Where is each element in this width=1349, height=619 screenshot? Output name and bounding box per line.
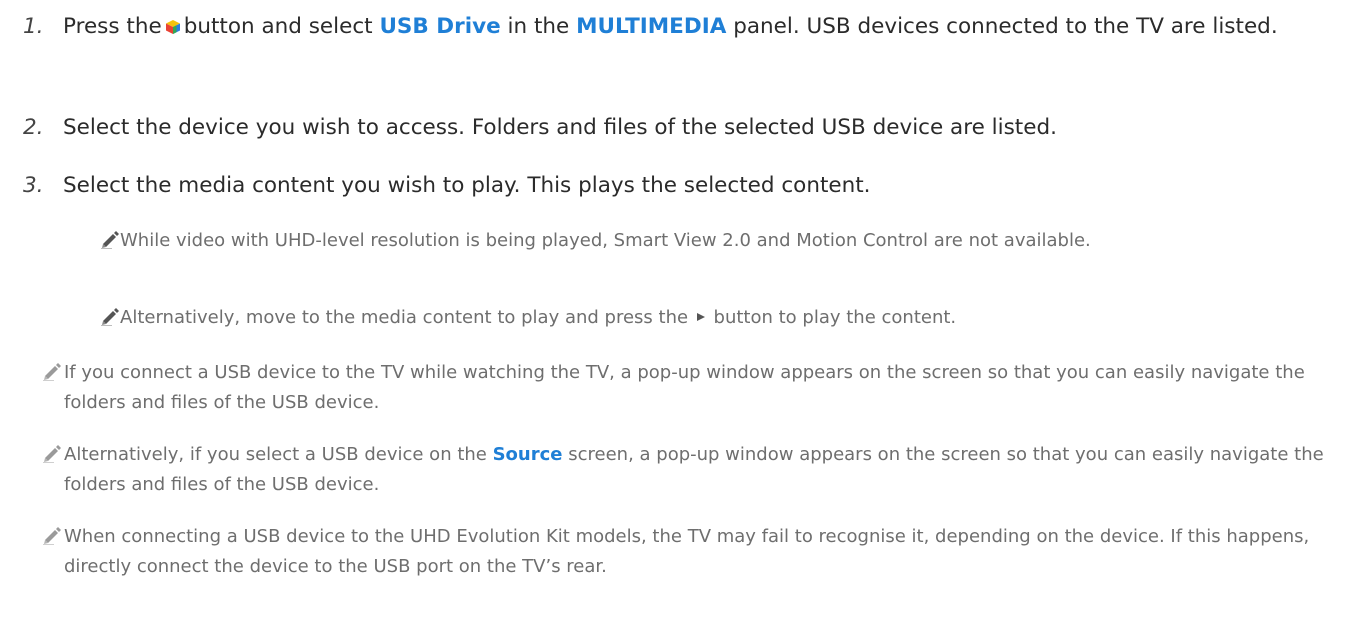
note-text: Alternatively, move to the media content…: [120, 303, 1330, 333]
note-text-part: button to play the content.: [713, 307, 957, 328]
usb-drive-link[interactable]: USB Drive: [379, 14, 500, 39]
step-text-part: Press the: [63, 14, 162, 39]
play-icon: [696, 313, 705, 321]
step-2: 2. Select the device you wish to access.…: [23, 111, 1333, 145]
note-text-part: Alternatively, move to the media content…: [120, 307, 689, 328]
note-text: If you connect a USB device to the TV wh…: [64, 362, 1305, 413]
step-text-part: in the: [507, 14, 570, 39]
step-number: 3.: [23, 173, 44, 198]
pencil-note-icon: [101, 231, 119, 249]
note-text: When connecting a USB device to the UHD …: [64, 526, 1310, 577]
pencil-note-icon: [43, 445, 61, 463]
step-text: Select the media content you wish to pla…: [63, 173, 871, 198]
step-3: 3. Select the media content you wish to …: [23, 169, 1333, 203]
sub-note-1: While video with UHD-level resolution is…: [100, 226, 1330, 256]
note-text-part: Alternatively, if you select a USB devic…: [64, 444, 487, 465]
note-2: Alternatively, if you select a USB devic…: [42, 440, 1332, 500]
smart-hub-menu-icon: [165, 20, 180, 34]
step-number: 2.: [23, 115, 44, 140]
note-3: When connecting a USB device to the UHD …: [42, 522, 1332, 582]
note-text: While video with UHD-level resolution is…: [120, 230, 1091, 251]
multimedia-link[interactable]: MULTIMEDIA: [576, 14, 726, 39]
pencil-note-icon: [43, 527, 61, 545]
source-link[interactable]: Source: [493, 444, 563, 465]
pencil-note-icon: [101, 308, 119, 326]
step-text-part: panel. USB devices connected to the TV a…: [733, 14, 1278, 39]
pencil-note-icon: [43, 363, 61, 381]
step-1: 1. Press the button and select USB Drive …: [23, 10, 1333, 44]
step-text: Select the device you wish to access. Fo…: [63, 115, 1057, 140]
sub-note-2: Alternatively, move to the media content…: [100, 303, 1330, 333]
step-number: 1.: [23, 14, 44, 39]
step-text-part: button and select: [183, 14, 373, 39]
note-1: If you connect a USB device to the TV wh…: [42, 358, 1332, 418]
note-text: Alternatively, if you select a USB devic…: [64, 440, 1332, 500]
step-text: Press the button and select USB Drive in …: [63, 10, 1333, 44]
